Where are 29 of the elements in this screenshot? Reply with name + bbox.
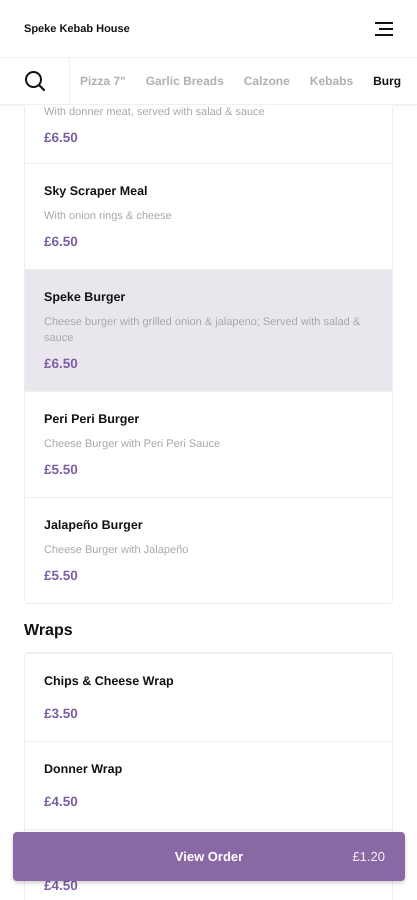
item-price: £3.50	[44, 706, 79, 721]
item-description: Cheese burger with grilled onion & jalapeno; Served with salad & sauce	[44, 315, 362, 346]
search-icon	[24, 70, 46, 92]
item-name: Chips & Cheese Wrap	[44, 674, 175, 688]
item-price: £5.50	[44, 462, 79, 477]
category-tab[interactable]: Burg	[363, 74, 412, 88]
search-button[interactable]	[0, 58, 70, 104]
item-price: £4.50	[44, 878, 79, 893]
item-description: With donner meat, served with salad & sauce	[44, 105, 266, 120]
item-name: Speke Burger	[44, 290, 126, 304]
item-description: With onion rings & cheese	[44, 209, 173, 224]
menu-item[interactable]: Speke Burger Cheese burger with grilled onion & jalapeno; Served with salad & sauce £6.50	[25, 269, 392, 391]
view-order-button[interactable]: View Order £1.20	[13, 832, 405, 881]
item-description: Cheese Burger with Jalapeño	[44, 543, 190, 558]
item-description: Cheese Burger with Peri Peri Sauce	[44, 437, 222, 452]
item-price: £6.50	[44, 130, 79, 145]
order-total: £1.20	[352, 849, 385, 864]
section-heading: Wraps	[24, 622, 74, 640]
item-price: £5.50	[44, 568, 79, 583]
menu-item[interactable]: Jalapeño Burger Cheese Burger with Jalapeño £5.50	[25, 497, 392, 603]
item-price: £6.50	[44, 356, 79, 371]
restaurant-name: Speke Kebab House	[24, 22, 130, 34]
item-name: Jalapeño Burger	[44, 518, 144, 532]
item-name: Donner Wrap	[44, 762, 124, 776]
item-price: £4.50	[44, 794, 79, 809]
menu-icon[interactable]	[375, 22, 393, 36]
item-price: £6.50	[44, 234, 79, 249]
item-name: Sky Scraper Meal	[44, 184, 149, 198]
item-name: Peri Peri Burger	[44, 412, 140, 426]
